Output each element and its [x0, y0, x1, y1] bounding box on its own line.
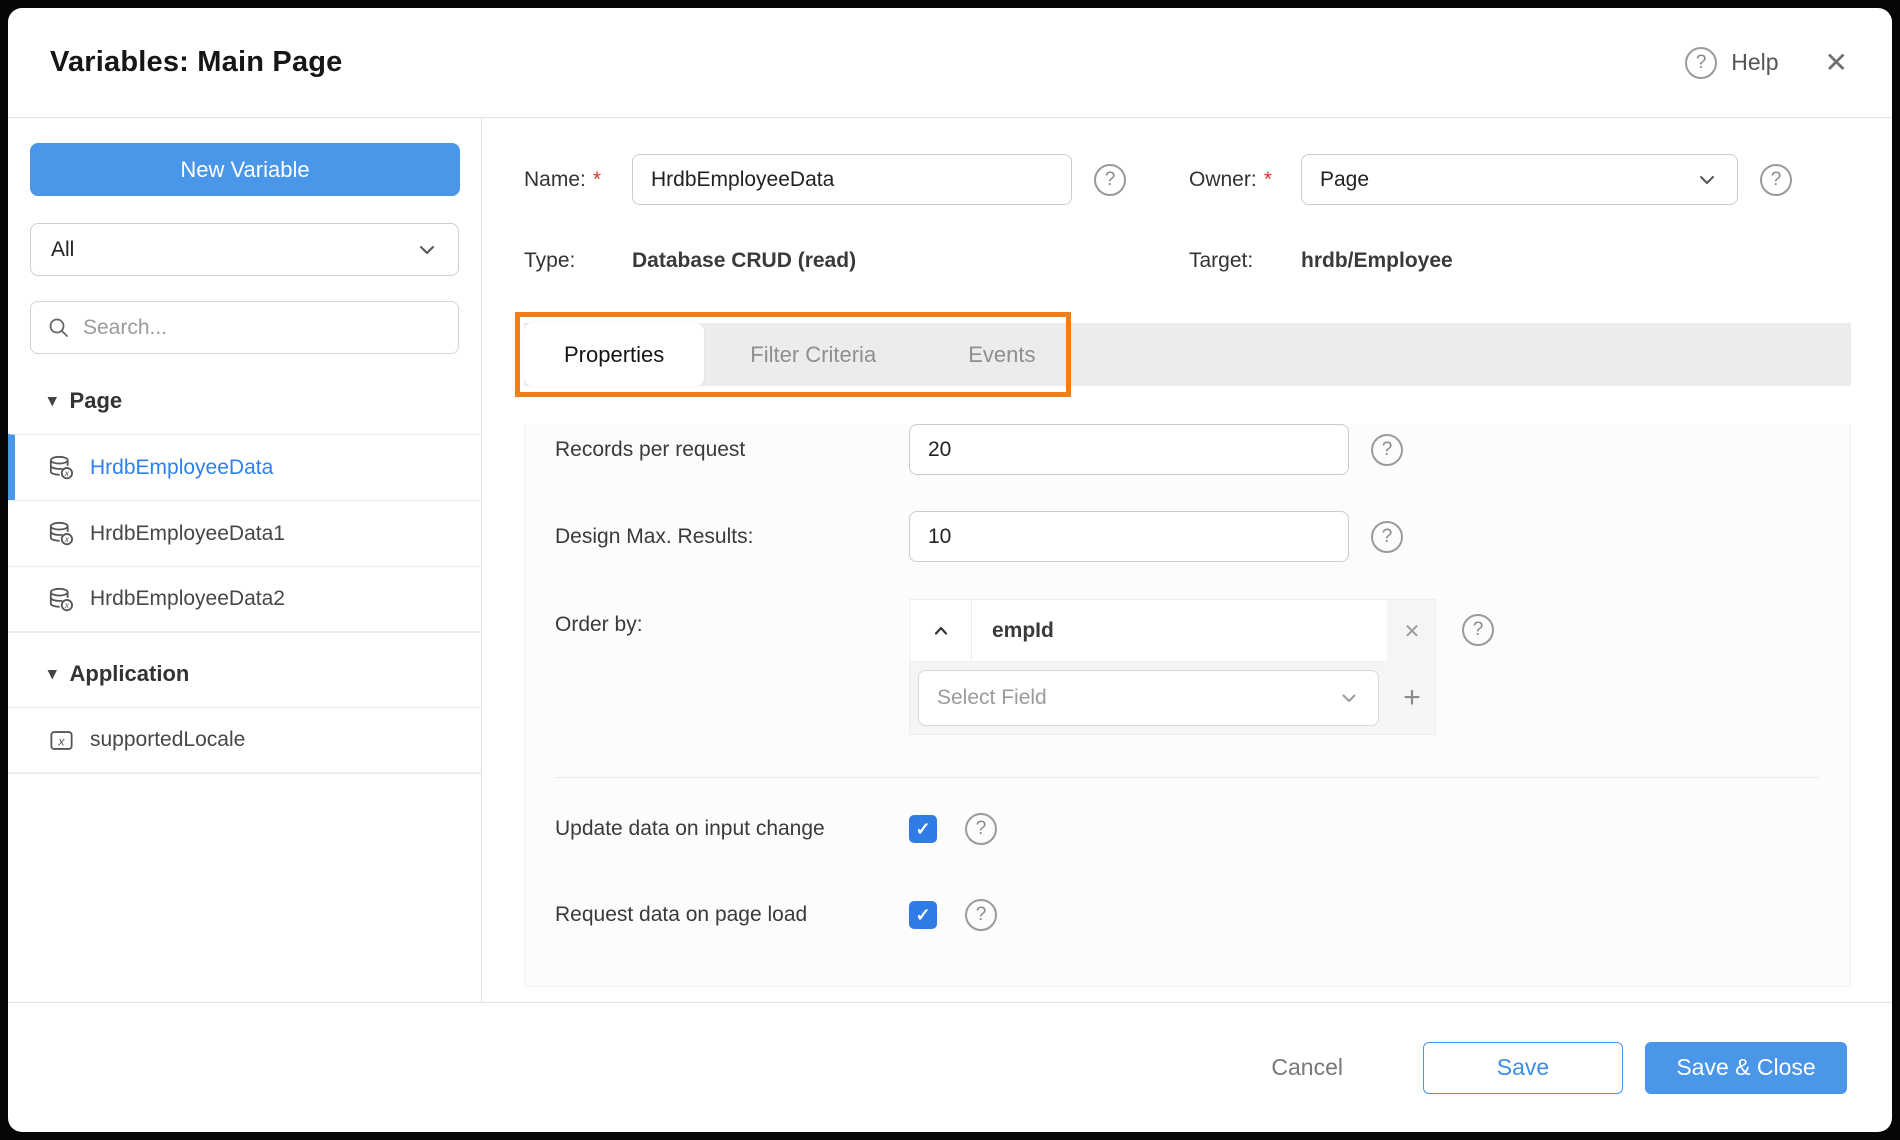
request-on-page-load-help-icon[interactable]: ?: [965, 899, 997, 931]
save-and-close-button[interactable]: Save & Close: [1645, 1041, 1847, 1094]
variable-filter-value: All: [51, 237, 75, 261]
chevron-down-icon: [416, 239, 438, 261]
type-value: Database CRUD (read): [632, 248, 857, 272]
variables-sidebar: New Variable All ▾ Page: [8, 118, 482, 1002]
help-link[interactable]: Help: [1731, 49, 1778, 76]
variable-name: supportedLocale: [90, 728, 246, 751]
order-by-label: Order by:: [555, 613, 643, 636]
required-marker: *: [592, 167, 602, 191]
name-label: Name: *: [524, 167, 602, 191]
update-on-input-change-label: Update data on input change: [555, 817, 825, 840]
dialog-title: Variables: Main Page: [50, 46, 343, 78]
variables-dialog: Variables: Main Page ? Help ✕ New Variab…: [8, 8, 1892, 1132]
add-order-field-icon[interactable]: +: [1403, 681, 1421, 715]
records-per-request-field[interactable]: [909, 424, 1349, 475]
sidebar-item-supportedlocale[interactable]: x supportedLocale: [8, 707, 481, 773]
design-max-results-field[interactable]: [909, 511, 1349, 562]
owner-select[interactable]: Page: [1301, 154, 1738, 205]
database-variable-icon: x: [48, 520, 75, 547]
panel-divider: [555, 777, 1820, 778]
database-variable-icon: x: [48, 454, 75, 481]
database-variable-icon: x: [48, 586, 75, 613]
owner-help-icon[interactable]: ?: [1760, 163, 1792, 196]
order-by-help-icon[interactable]: ?: [1462, 614, 1494, 646]
sidebar-item-hrdbemployeedata1[interactable]: x HrdbEmployeeData1: [8, 500, 481, 566]
select-field-placeholder: Select Field: [937, 686, 1047, 709]
check-icon: ✓: [915, 904, 931, 925]
svg-text:x: x: [57, 734, 65, 748]
caret-down-icon: ▾: [48, 664, 57, 683]
tab-events[interactable]: Events: [922, 323, 1081, 386]
variable-filter-select[interactable]: All: [30, 223, 459, 276]
check-icon: ✓: [915, 818, 931, 839]
sidebar-section-page[interactable]: ▾ Page: [8, 354, 481, 434]
save-button[interactable]: Save: [1423, 1041, 1623, 1094]
model-variable-icon: x: [48, 727, 75, 754]
section-label: Application: [69, 661, 190, 686]
variable-name: HrdbEmployeeData2: [90, 587, 285, 610]
records-per-request-label: Records per request: [555, 437, 746, 461]
owner-value: Page: [1320, 167, 1370, 191]
svg-text:x: x: [64, 599, 70, 609]
target-value: hrdb/Employee: [1301, 248, 1453, 272]
new-variable-button[interactable]: New Variable: [30, 143, 460, 196]
variable-name: HrdbEmployeeData1: [90, 521, 285, 545]
svg-text:x: x: [64, 534, 70, 544]
search-box[interactable]: [30, 301, 459, 354]
search-icon: [47, 316, 71, 340]
close-icon[interactable]: ✕: [1825, 46, 1848, 79]
variable-tabs: Properties Filter Criteria Events: [524, 323, 1851, 386]
variable-name: HrdbEmployeeData: [90, 455, 274, 479]
cancel-button[interactable]: Cancel: [1271, 1054, 1343, 1081]
target-label: Target:: [1189, 248, 1254, 272]
caret-down-icon: ▾: [48, 391, 57, 410]
sidebar-item-hrdbemployeedata2[interactable]: x HrdbEmployeeData2: [8, 566, 481, 632]
design-max-results-help-icon[interactable]: ?: [1371, 520, 1403, 553]
tab-properties[interactable]: Properties: [524, 323, 705, 386]
sort-ascending-toggle[interactable]: [910, 600, 972, 661]
update-on-input-change-help-icon[interactable]: ?: [965, 813, 997, 845]
order-by-group: empId ✕ Select Field +: [909, 599, 1436, 735]
type-label: Type:: [524, 248, 576, 272]
variable-detail-pane: Name:* ? Owner:* Page: [482, 118, 1892, 1002]
design-max-results-label: Design Max. Results:: [555, 524, 754, 548]
screen-background: Variables: Main Page ? Help ✕ New Variab…: [0, 0, 1900, 1140]
search-input[interactable]: [83, 315, 442, 340]
sidebar-section-application[interactable]: ▾ Application: [8, 633, 481, 707]
chevron-down-icon: [1338, 687, 1360, 709]
dialog-footer: Cancel Save Save & Close: [8, 1002, 1892, 1132]
records-per-request-help-icon[interactable]: ?: [1371, 433, 1403, 466]
section-label: Page: [69, 388, 123, 413]
owner-label: Owner: *: [1189, 167, 1272, 191]
sidebar-item-hrdbemployeedata[interactable]: x HrdbEmployeeData: [8, 434, 481, 500]
select-field-dropdown[interactable]: Select Field: [918, 670, 1379, 726]
properties-panel: Records per request ? Design Max. Result…: [524, 424, 1851, 987]
update-on-input-change-checkbox[interactable]: ✓: [909, 815, 937, 843]
request-on-page-load-checkbox[interactable]: ✓: [909, 901, 937, 929]
dialog-header: Variables: Main Page ? Help ✕: [8, 8, 1892, 118]
tab-filter-criteria[interactable]: Filter Criteria: [704, 323, 922, 386]
order-by-field-value: empId: [992, 618, 1054, 642]
svg-text:x: x: [64, 468, 70, 478]
remove-order-field-icon[interactable]: ✕: [1404, 619, 1421, 644]
request-on-page-load-label: Request data on page load: [555, 903, 808, 926]
name-help-icon[interactable]: ?: [1094, 163, 1126, 196]
help-icon[interactable]: ?: [1685, 46, 1718, 79]
name-field[interactable]: [632, 154, 1072, 205]
required-marker: *: [1263, 167, 1272, 191]
chevron-up-icon: [934, 626, 947, 635]
chevron-down-icon: [1695, 168, 1719, 192]
